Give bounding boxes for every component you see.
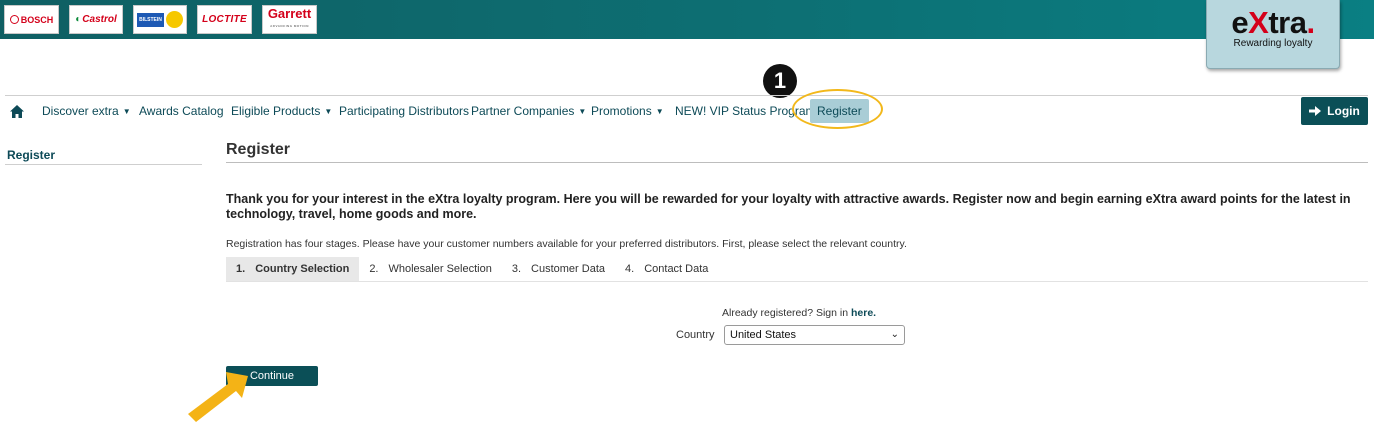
nav-partner-companies-label: Partner Companies [471, 104, 575, 118]
bilstein-logo[interactable]: BILSTEIN [133, 5, 187, 34]
login-button[interactable]: Login [1301, 97, 1368, 125]
nav-awards-catalog-label: Awards Catalog [139, 104, 224, 118]
country-select[interactable]: United States ⌄ [724, 325, 905, 345]
signin-here-link[interactable]: here. [851, 307, 876, 319]
step-contact-data[interactable]: 4. Contact Data [615, 257, 718, 281]
step-country-selection[interactable]: 1. Country Selection [226, 257, 360, 281]
signin-prefix: Already registered? Sign in [722, 307, 849, 319]
pointer-arrow-icon [188, 372, 248, 422]
chevron-down-icon: ⌄ [890, 329, 899, 340]
bosch-logo[interactable]: BOSCH [4, 5, 59, 34]
step-label: Wholesaler Selection [388, 263, 492, 275]
registration-steps: 1. Country Selection 2. Wholesaler Selecti… [226, 257, 718, 281]
stages-note: Registration has four stages. Please hav… [226, 238, 907, 250]
castrol-mark-icon: ◐ [75, 14, 82, 25]
step-number: 1. [236, 263, 246, 275]
chevron-down-icon: ▼ [655, 106, 664, 116]
garrett-logo-text: Garrett [267, 5, 312, 21]
header-banner: BOSCH ◐ Castrol BILSTEIN LOCTITE Garrett A… [0, 0, 1374, 39]
step-label: Customer Data [531, 263, 606, 275]
step-number: 2. [369, 263, 379, 275]
chevron-down-icon: ▼ [324, 106, 333, 116]
extra-tagline: Rewarding loyalty [1233, 38, 1313, 49]
bosch-ring-icon [9, 15, 19, 24]
nav-awards-catalog[interactable]: Awards Catalog [139, 96, 224, 126]
page-title: Register [226, 141, 291, 158]
bosch-logo-text: BOSCH [20, 14, 54, 25]
step-callout-badge: 1 [763, 64, 797, 98]
home-icon[interactable] [10, 96, 24, 126]
arrow-right-icon [1309, 106, 1322, 116]
nav-eligible-products[interactable]: Eligible Products ▼ [231, 96, 332, 126]
country-label: Country [676, 329, 715, 341]
step-number: 4. [625, 263, 635, 275]
wordmark-e: e [1231, 5, 1249, 40]
nav-eligible-products-label: Eligible Products [231, 104, 321, 118]
register-highlight-ring [792, 89, 883, 129]
signin-prompt: Already registered? Sign in here. [722, 307, 876, 319]
wordmark-x: X [1248, 5, 1269, 40]
intro-text: Thank you for your interest in the eXtra… [226, 192, 1351, 221]
garrett-logo[interactable]: Garrett ADVANCING MOTION [262, 5, 317, 34]
nav-discover-extra[interactable]: Discover extra ▼ [42, 96, 131, 126]
bilstein-badge-icon [166, 11, 183, 28]
country-select-value: United States [730, 329, 797, 341]
bilstein-logo-text: BILSTEIN [137, 12, 164, 27]
main-nav: Discover extra ▼ Awards Catalog Eligible … [0, 96, 1374, 126]
nav-discover-extra-label: Discover extra [42, 104, 119, 118]
step-label: Country Selection [255, 263, 350, 275]
extra-wordmark: eXtra. [1207, 6, 1339, 39]
castrol-logo-text: Castrol [82, 14, 117, 25]
loctite-logo[interactable]: LOCTITE [197, 5, 252, 34]
sidebar-divider [5, 164, 202, 165]
nav-participating-distributors-label: Participating Distributors [339, 104, 470, 118]
login-button-label: Login [1327, 104, 1360, 118]
title-divider [226, 162, 1368, 163]
step-label: Contact Data [644, 263, 709, 275]
wordmark-dot: . [1306, 5, 1315, 40]
sidebar-register-link[interactable]: Register [7, 148, 55, 162]
nav-promotions[interactable]: Promotions ▼ [591, 96, 664, 126]
step-number: 3. [511, 263, 522, 275]
nav-promotions-label: Promotions [591, 104, 652, 118]
nav-partner-companies[interactable]: Partner Companies ▼ [471, 96, 586, 126]
wordmark-tra: tra [1268, 5, 1307, 40]
castrol-logo[interactable]: ◐ Castrol [69, 5, 123, 34]
chevron-down-icon: ▼ [578, 106, 587, 116]
steps-divider [226, 281, 1368, 282]
chevron-down-icon: ▼ [122, 106, 131, 116]
nav-participating-distributors[interactable]: Participating Distributors [339, 96, 469, 126]
step-wholesaler-selection[interactable]: 2. Wholesaler Selection [359, 257, 502, 281]
step-customer-data[interactable]: 3. Customer Data [502, 257, 615, 281]
extra-logo-badge[interactable]: eXtra. Rewarding loyalty [1206, 0, 1340, 69]
garrett-logo-subtext: ADVANCING MOTION [270, 23, 309, 28]
loctite-logo-text: LOCTITE [202, 14, 247, 25]
